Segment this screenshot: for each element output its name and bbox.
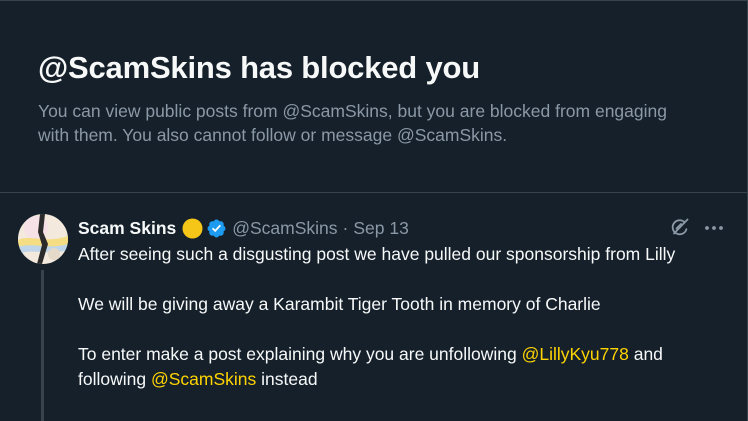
display-name[interactable]: Scam Skins [78,218,176,239]
blocked-description: You can view public posts from @ScamSkin… [38,101,667,145]
post-header: Scam Skins @ScamSkins · Sep 13 [78,215,409,241]
dot-separator: · [342,217,349,238]
top-border [0,0,748,1]
blocked-title: @ScamSkins has blocked you [38,50,480,85]
thread-line [41,270,44,421]
post-text: After seeing such a disgusting post we h… [78,242,728,392]
paragraph-text: instead [256,369,318,389]
post-paragraph-1: After seeing such a disgusting post we h… [78,244,676,264]
post-paragraph-3: To enter make a post explaining why you … [78,342,728,392]
gold-circle-icon [182,218,203,239]
avatar[interactable] [18,214,68,264]
mention-link-scamskins[interactable]: @ScamSkins [151,369,256,389]
more-options-icon[interactable] [703,218,725,238]
post-paragraph-2: We will be giving away a Karambit Tiger … [78,294,601,314]
mention-link-lillykyu778[interactable]: @LillyKyu778 [522,344,629,364]
blocked-notice: @ScamSkins has blocked you You can view … [38,48,698,147]
paragraph-text: To enter make a post explaining why you … [78,344,522,364]
section-divider [0,192,748,193]
verified-badge-icon[interactable] [206,218,227,239]
grok-icon[interactable] [669,216,691,238]
post-date[interactable]: Sep 13 [353,218,408,239]
handle[interactable]: @ScamSkins [232,218,337,239]
